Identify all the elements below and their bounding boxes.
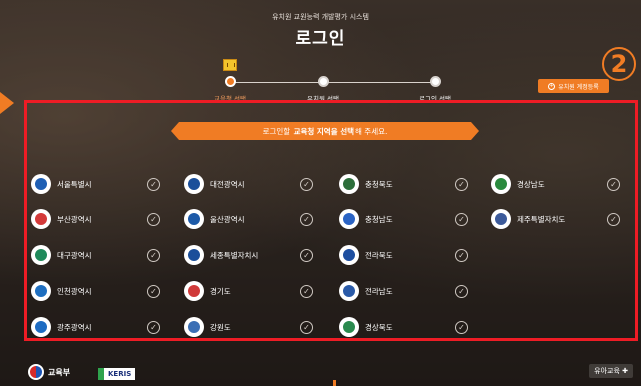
daegu-emblem-icon bbox=[31, 245, 51, 265]
region-item-daejeon[interactable]: 대전광역시 ✓ bbox=[184, 173, 313, 195]
busan-emblem-icon bbox=[31, 209, 51, 229]
check-icon: ✓ bbox=[455, 284, 468, 298]
check-icon: ✓ bbox=[147, 177, 160, 191]
incheon-emblem-icon bbox=[31, 281, 51, 301]
building-icon bbox=[223, 59, 237, 71]
banner-suffix: 해 주세요. bbox=[355, 126, 388, 136]
bottom-marker bbox=[333, 380, 336, 386]
region-item-gyeongnam[interactable]: 경상남도 ✓ bbox=[491, 173, 620, 195]
region-item-seoul[interactable]: 서울특별시 ✓ bbox=[31, 173, 160, 195]
check-icon: ✓ bbox=[607, 177, 620, 191]
region-item-gyeongbuk[interactable]: 경상북도 ✓ bbox=[339, 316, 468, 338]
gangwon-emblem-icon bbox=[184, 317, 204, 337]
check-icon: ✓ bbox=[147, 284, 160, 298]
step-login-select: 로그인 선택 bbox=[400, 76, 470, 103]
plus-icon: + bbox=[548, 82, 556, 90]
region-name: 충청남도 bbox=[365, 214, 393, 224]
region-item-gyeonggi[interactable]: 경기도 ✓ bbox=[184, 280, 313, 302]
banner-emphasis: 교육청 지역을 선택 bbox=[293, 126, 355, 136]
region-name: 대전광역시 bbox=[210, 179, 245, 189]
region-name: 강원도 bbox=[210, 322, 231, 332]
region-item-ulsan[interactable]: 울산광역시 ✓ bbox=[184, 208, 313, 230]
moe-logo: 교육부 bbox=[28, 364, 70, 380]
check-icon: ✓ bbox=[455, 177, 468, 191]
check-icon: ✓ bbox=[147, 212, 160, 226]
region-name: 제주특별자치도 bbox=[517, 214, 566, 224]
region-name: 세종특별자치시 bbox=[210, 250, 259, 260]
region-item-gangwon[interactable]: 강원도 ✓ bbox=[184, 316, 313, 338]
instruction-banner: 로그인할 교육청 지역을 선택 해 주세요. bbox=[171, 122, 479, 140]
region-item-chungnam[interactable]: 충청남도 ✓ bbox=[339, 208, 468, 230]
moe-logo-text: 교육부 bbox=[48, 367, 71, 377]
ulsan-emblem-icon bbox=[184, 209, 204, 229]
region-item-sejong[interactable]: 세종특별자치시 ✓ bbox=[184, 244, 313, 266]
region-name: 경기도 bbox=[210, 286, 231, 296]
register-account-label: 유치원 계정등록 bbox=[558, 83, 599, 91]
region-item-jeonnam[interactable]: 전라남도 ✓ bbox=[339, 280, 468, 302]
region-select-panel: 로그인할 교육청 지역을 선택 해 주세요. 서울특별시 ✓ 대전광역시 ✓ 충청… bbox=[24, 100, 638, 341]
check-icon: ✓ bbox=[300, 212, 313, 226]
chungnam-emblem-icon bbox=[339, 209, 359, 229]
check-icon: ✓ bbox=[455, 212, 468, 226]
pointer-arrow-icon bbox=[0, 92, 14, 114]
gwangju-emblem-icon bbox=[31, 317, 51, 337]
region-name: 전라북도 bbox=[365, 250, 393, 260]
step-office-select: 교육청 선택 bbox=[195, 76, 265, 103]
region-item-daegu[interactable]: 대구광역시 ✓ bbox=[31, 244, 160, 266]
region-name: 대구광역시 bbox=[57, 250, 92, 260]
service-logo: 유아교육 ✚ bbox=[589, 364, 633, 378]
check-icon: ✓ bbox=[147, 320, 160, 334]
register-account-button[interactable]: + 유치원 계정등록 bbox=[538, 79, 609, 93]
region-name: 부산광역시 bbox=[57, 214, 92, 224]
chungbuk-emblem-icon bbox=[339, 174, 359, 194]
region-item-gwangju[interactable]: 광주광역시 ✓ bbox=[31, 316, 160, 338]
keris-logo-text: KERIS bbox=[98, 368, 136, 380]
step-dot bbox=[429, 76, 441, 87]
jeonbuk-emblem-icon bbox=[339, 245, 359, 265]
seoul-emblem-icon bbox=[31, 174, 51, 194]
jeju-emblem-icon bbox=[491, 209, 511, 229]
gyeonggi-emblem-icon bbox=[184, 281, 204, 301]
sejong-emblem-icon bbox=[184, 245, 204, 265]
region-item-jeonbuk[interactable]: 전라북도 ✓ bbox=[339, 244, 468, 266]
step-dot bbox=[317, 76, 329, 87]
region-name: 인천광역시 bbox=[57, 286, 92, 296]
page-title: 로그인 bbox=[295, 29, 346, 49]
region-item-busan[interactable]: 부산광역시 ✓ bbox=[31, 208, 160, 230]
region-item-chungbuk[interactable]: 충청북도 ✓ bbox=[339, 173, 468, 195]
login-steps: 교육청 선택 유치원 선택 로그인 선택 bbox=[205, 59, 465, 103]
check-icon: ✓ bbox=[147, 248, 160, 262]
region-name: 광주광역시 bbox=[57, 322, 92, 332]
gyeongnam-emblem-icon bbox=[491, 174, 511, 194]
region-name: 경상북도 bbox=[365, 322, 393, 332]
region-name: 충청북도 bbox=[365, 179, 393, 189]
step-dot bbox=[224, 76, 236, 87]
check-icon: ✓ bbox=[300, 248, 313, 262]
region-name: 서울특별시 bbox=[57, 179, 92, 189]
region-item-incheon[interactable]: 인천광역시 ✓ bbox=[31, 280, 160, 302]
region-name: 전라남도 bbox=[365, 286, 393, 296]
region-name: 경상남도 bbox=[517, 179, 545, 189]
system-title: 유치원 교원능력 개발평가 시스템 bbox=[272, 13, 369, 21]
keris-logo: KERIS bbox=[98, 368, 136, 380]
check-icon: ✓ bbox=[300, 177, 313, 191]
banner-prefix: 로그인할 bbox=[262, 126, 291, 136]
daejeon-emblem-icon bbox=[184, 174, 204, 194]
check-icon: ✓ bbox=[455, 248, 468, 262]
region-item-jeju[interactable]: 제주특별자치도 ✓ bbox=[491, 208, 620, 230]
gyeongbuk-emblem-icon bbox=[339, 317, 359, 337]
check-icon: ✓ bbox=[300, 284, 313, 298]
step-kindergarten-select: 유치원 선택 bbox=[288, 76, 358, 103]
check-icon: ✓ bbox=[300, 320, 313, 334]
region-name: 울산광역시 bbox=[210, 214, 245, 224]
jeonnam-emblem-icon bbox=[339, 281, 359, 301]
moe-emblem-icon bbox=[28, 364, 44, 380]
check-icon: ✓ bbox=[455, 320, 468, 334]
check-icon: ✓ bbox=[607, 212, 620, 226]
annotation-number-badge: 2 bbox=[602, 47, 636, 81]
